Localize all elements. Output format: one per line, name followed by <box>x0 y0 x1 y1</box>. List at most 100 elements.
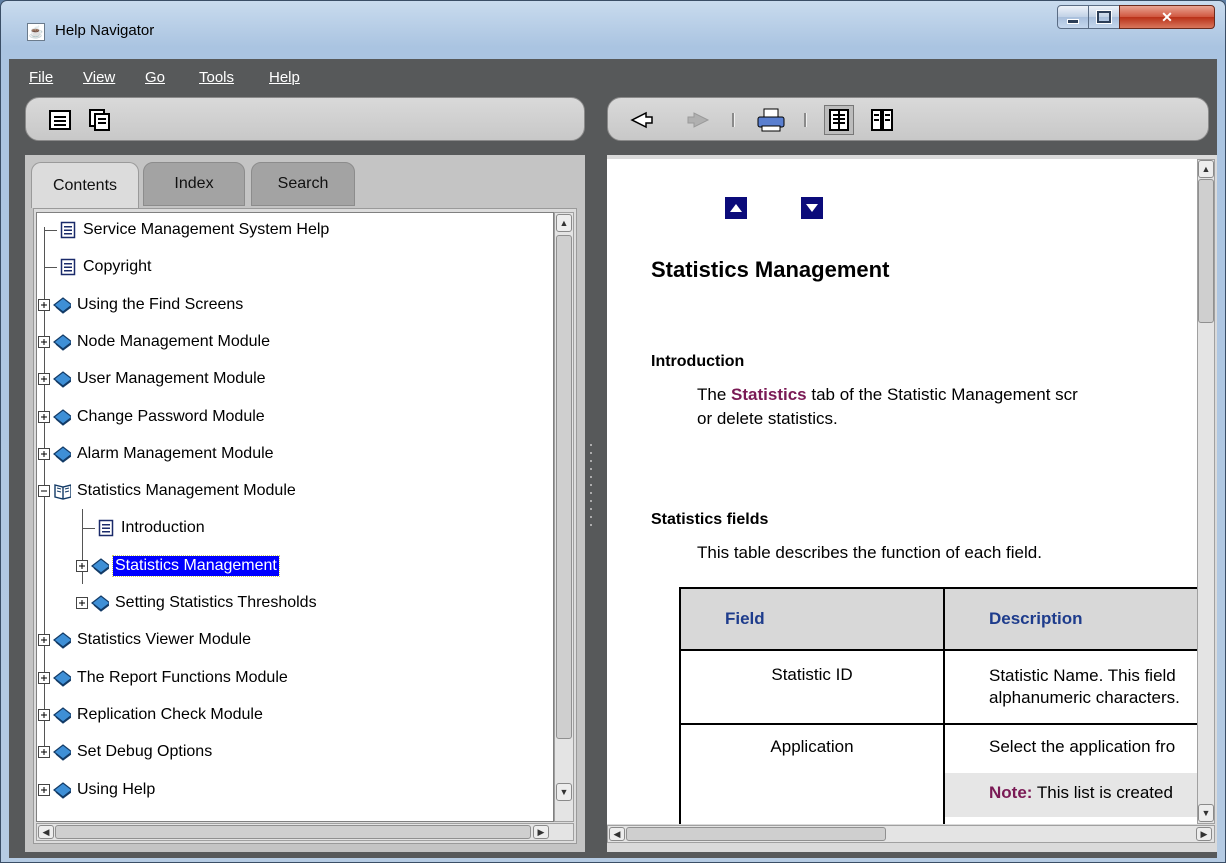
scroll-down-button[interactable]: ▼ <box>1198 804 1214 822</box>
tree-vertical-scrollbar[interactable]: ▲ ▼ <box>554 212 574 822</box>
statistics-fields-text: This table describes the function of eac… <box>697 543 1042 562</box>
scroll-up-button[interactable]: ▲ <box>1198 160 1214 178</box>
tree-item[interactable]: Statistics Management <box>75 552 280 580</box>
expand-icon[interactable] <box>37 708 51 722</box>
tab-index[interactable]: Index <box>143 162 245 206</box>
menu-tools[interactable]: Tools <box>199 69 234 86</box>
tree-connector <box>45 229 57 231</box>
maximize-button[interactable] <box>1088 5 1120 29</box>
expand-icon[interactable] <box>37 671 51 685</box>
scroll-left-button[interactable]: ◀ <box>609 827 625 841</box>
tree-item-label: Introduction <box>121 519 205 537</box>
tree-item[interactable]: Alarm Management Module <box>37 440 276 468</box>
tree-item[interactable]: Setting Statistics Thresholds <box>75 589 319 617</box>
tree-item-label: Statistics Management <box>112 554 280 577</box>
page-layout-icon <box>829 109 849 131</box>
tree-connector <box>83 527 95 529</box>
expand-icon[interactable] <box>37 447 51 461</box>
expand-icon[interactable] <box>37 783 51 797</box>
tree-item[interactable]: Introduction <box>75 514 207 542</box>
expand-icon[interactable] <box>37 745 51 759</box>
tree-item[interactable]: Using the Find Screens <box>37 291 245 319</box>
expand-icon[interactable] <box>37 372 51 386</box>
contents-tree: Service Management System Help Copyright U… <box>36 212 554 822</box>
windows-icon <box>89 109 110 131</box>
expand-icon[interactable] <box>37 633 51 647</box>
tree-item[interactable]: Service Management System Help <box>37 216 331 244</box>
scroll-left-button[interactable]: ◀ <box>38 825 54 839</box>
menu-view[interactable]: View <box>83 69 115 86</box>
expand-icon[interactable] <box>37 410 51 424</box>
title-bar: ☕ Help Navigator ✕ <box>1 1 1225 59</box>
split-pane-button[interactable] <box>870 108 894 132</box>
tree-item[interactable]: Statistics Management Module <box>37 477 298 505</box>
expand-icon[interactable] <box>37 335 51 349</box>
tree-item[interactable]: The Report Functions Module <box>37 664 290 692</box>
book-closed-icon <box>53 669 71 687</box>
scroll-thumb[interactable] <box>556 235 572 739</box>
scroll-right-button[interactable]: ▶ <box>533 825 549 839</box>
book-closed-icon <box>53 781 71 799</box>
pane-splitter[interactable] <box>587 155 603 852</box>
tree-item[interactable]: Set Debug Options <box>37 738 214 766</box>
scroll-up-button[interactable]: ▲ <box>556 214 572 232</box>
back-button[interactable] <box>630 108 654 132</box>
scroll-thumb[interactable] <box>1198 179 1214 323</box>
menu-help[interactable]: Help <box>269 69 300 86</box>
page-icon <box>59 258 77 276</box>
minimize-button[interactable] <box>1057 5 1089 29</box>
content-pane: Statistics Management Introduction The S… <box>607 155 1217 852</box>
tree-item[interactable]: Replication Check Module <box>37 701 265 729</box>
tree-item-label: Replication Check Module <box>77 705 263 723</box>
previous-topic-button[interactable] <box>725 197 747 219</box>
expand-icon[interactable] <box>37 298 51 312</box>
minimize-icon <box>1067 18 1079 24</box>
table-cell-description: Statistic Name. This field alphanumeric c… <box>943 649 1197 725</box>
window-button[interactable] <box>88 108 112 132</box>
tree-horizontal-scrollbar[interactable]: ◀ ▶ <box>36 823 574 841</box>
book-closed-icon <box>53 296 71 314</box>
tree-item[interactable]: Statistics Viewer Module <box>37 626 253 654</box>
content-horizontal-scrollbar[interactable]: ◀ ▶ <box>607 825 1215 843</box>
contents-panel: Service Management System Help Copyright U… <box>33 208 577 844</box>
help-navigator-window: ☕ Help Navigator ✕ File View Go Tools He… <box>0 0 1226 863</box>
tree-item[interactable]: User Management Module <box>37 365 268 393</box>
tree-item-label: Using the Find Screens <box>77 295 244 313</box>
table-row: Statistic ID Statistic Name. This field a… <box>679 649 1197 725</box>
maximize-icon <box>1097 11 1111 23</box>
navigator-toolbar <box>25 97 585 141</box>
menu-go[interactable]: Go <box>145 69 165 86</box>
tree-item-label: Copyright <box>83 258 152 276</box>
navigator-pane: Contents Index Search Service Management… <box>25 155 585 852</box>
scroll-down-button[interactable]: ▼ <box>556 783 572 801</box>
book-closed-icon <box>53 631 71 650</box>
statistics-link[interactable]: Statistics <box>731 385 807 404</box>
tree-item-label: Using Help <box>77 780 156 798</box>
note-label: Note: <box>989 783 1033 802</box>
tab-search[interactable]: Search <box>251 162 355 206</box>
tree-item[interactable]: Copyright <box>37 253 153 281</box>
print-button[interactable] <box>756 108 786 132</box>
tree-item[interactable]: Node Management Module <box>37 328 272 356</box>
tree-item[interactable]: Change Password Module <box>37 403 267 431</box>
client-area: File View Go Tools Help Contents Index S… <box>9 59 1217 858</box>
forward-button[interactable] <box>686 108 710 132</box>
content-vertical-scrollbar[interactable]: ▲ ▼ <box>1197 159 1215 824</box>
scroll-thumb[interactable] <box>55 825 531 839</box>
menu-file[interactable]: File <box>29 69 53 86</box>
introduction-text-line2: or delete statistics. <box>697 409 838 428</box>
scroll-thumb[interactable] <box>626 827 886 841</box>
collapse-icon[interactable] <box>37 484 51 498</box>
tree-item[interactable]: Using Help <box>37 776 157 804</box>
tab-contents[interactable]: Contents <box>31 162 139 208</box>
scroll-right-button[interactable]: ▶ <box>1196 827 1212 841</box>
next-topic-button[interactable] <box>801 197 823 219</box>
tree-item-label: Change Password Module <box>77 407 265 425</box>
close-button[interactable]: ✕ <box>1119 5 1215 29</box>
show-navigator-button[interactable] <box>48 108 72 132</box>
table-cell-field: Statistic ID <box>679 649 945 725</box>
single-pane-button[interactable] <box>824 105 854 135</box>
expand-icon[interactable] <box>75 596 89 610</box>
page-icon <box>97 519 115 537</box>
expand-icon[interactable] <box>75 559 89 573</box>
